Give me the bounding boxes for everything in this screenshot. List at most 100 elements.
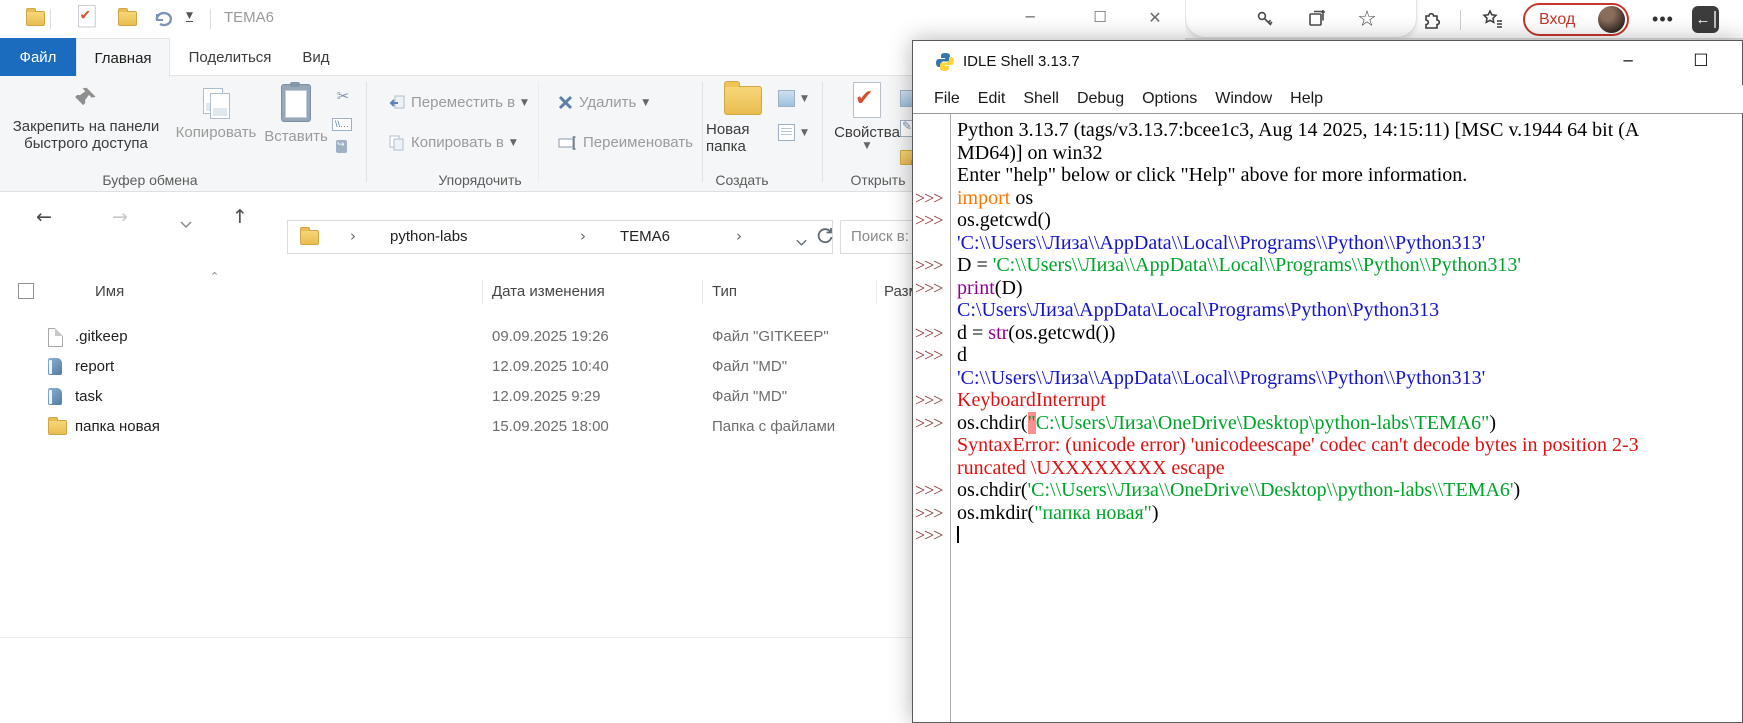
new-folder-button[interactable]: Новая папка (706, 86, 780, 155)
new-item-button[interactable]: ▼ (778, 124, 808, 141)
column-separator-2 (702, 280, 703, 304)
folder-icon (48, 418, 67, 435)
shell-prompt: >>> (913, 254, 950, 277)
shell-text-area[interactable]: Python 3.13.7 (tags/v3.13.7:bcee1c3, Aug… (913, 113, 1742, 722)
tab-home[interactable]: Главная (76, 38, 170, 77)
recent-locations-chevron-icon[interactable] (180, 216, 192, 234)
shell-line: >>>d (913, 344, 1742, 367)
breadcrumb-tema6[interactable]: TEMA6 (620, 228, 670, 245)
copy-button[interactable]: Копировать (168, 88, 264, 141)
qat-undo-icon[interactable] (152, 7, 174, 27)
shell-prompt: >>> (913, 344, 950, 367)
paste-shortcut-icon[interactable] (336, 140, 347, 153)
collections-icon[interactable] (1302, 4, 1332, 34)
shell-prompt (913, 457, 950, 480)
address-bar[interactable]: › python-labs › TEMA6 › (287, 220, 833, 254)
cut-icon[interactable]: ✂ (334, 88, 352, 104)
refresh-icon[interactable] (815, 226, 835, 251)
tab-file[interactable]: Файл (0, 38, 76, 76)
up-button[interactable]: ↑ (232, 206, 248, 228)
column-header-0[interactable]: Имя (95, 283, 124, 300)
pin-to-quick-access-button[interactable]: Закрепить на панели быстрого доступа (6, 86, 166, 152)
qat-separator-2 (210, 9, 211, 29)
move-to-caret-icon: ▼ (521, 98, 528, 108)
shell-prompt: >>> (913, 479, 950, 502)
move-to-button[interactable]: Переместить в ▼ (388, 94, 528, 111)
favorites-bar-icon[interactable] (1478, 4, 1508, 34)
menu-file[interactable]: File (925, 90, 969, 108)
qat-dropdown-icon[interactable]: ▼ (186, 12, 193, 22)
group-label-clipboard[interactable]: Буфер обмена (102, 172, 197, 188)
tab-view[interactable]: Вид (290, 38, 342, 76)
idle-shell-window: IDLE Shell 3.13.7 ─ ☐ FileEditShellDebug… (912, 40, 1743, 723)
paste-button[interactable]: Вставить (258, 84, 334, 145)
copy-to-button[interactable]: Копировать в ▼ (388, 134, 517, 151)
file-type: Файл "MD" (712, 358, 787, 375)
menu-edit[interactable]: Edit (969, 90, 1015, 108)
explorer-app-icon (26, 11, 45, 26)
menu-options[interactable]: Options (1133, 90, 1206, 108)
pin-icon (73, 86, 99, 112)
back-button[interactable]: ← (36, 206, 52, 228)
copy-path-icon[interactable]: \\… (332, 118, 352, 131)
pin-label: Закрепить на панели быстрого доступа (6, 118, 166, 152)
easy-access-button[interactable]: ▼ (778, 90, 808, 107)
shell-line: Python 3.13.7 (tags/v3.13.7:bcee1c3, Aug… (913, 119, 1742, 142)
easy-access-caret-icon: ▼ (801, 94, 808, 104)
idle-maximize-button[interactable]: ☐ (1679, 41, 1723, 81)
column-header-1[interactable]: Дата изменения (492, 283, 605, 300)
qat-properties-icon[interactable] (78, 5, 96, 27)
select-all-checkbox[interactable] (18, 283, 34, 299)
shell-line: >>>os.mkdir("папка новая") (913, 502, 1742, 525)
explorer-window-title: TEMA6 (224, 9, 274, 26)
explorer-close-button[interactable]: ✕ (1133, 0, 1177, 34)
toolbar-separator (1460, 10, 1461, 30)
forward-button[interactable]: → (112, 206, 128, 228)
browser-menu-button[interactable]: ••• (1648, 4, 1678, 34)
menu-shell[interactable]: Shell (1014, 90, 1068, 108)
idle-minimize-button[interactable]: ─ (1606, 41, 1650, 81)
shell-prompt (913, 299, 950, 322)
delete-button[interactable]: Удалить ▼ (558, 94, 649, 111)
shell-prompt (913, 164, 950, 187)
signin-button[interactable]: Вход (1523, 3, 1629, 36)
shell-line: >>> (913, 524, 1742, 547)
group-label-open[interactable]: Открыть (851, 172, 906, 188)
sidebar-toggle-icon[interactable]: ← (1692, 6, 1719, 33)
shell-line: >>>D = 'C:\\Users\\Лиза\\AppData\\Local\… (913, 254, 1742, 277)
extensions-puzzle-icon[interactable] (1417, 4, 1447, 34)
rename-button[interactable]: Переименовать (558, 134, 693, 151)
menu-window[interactable]: Window (1206, 90, 1281, 108)
group-separator-3 (822, 82, 823, 182)
properties-caret-icon: ▼ (864, 141, 871, 151)
file-name: папка новая (75, 418, 160, 435)
shell-line: >>>KeyboardInterrupt (913, 389, 1742, 412)
tab-share[interactable]: Поделиться (184, 38, 276, 76)
rename-icon (558, 136, 577, 150)
breadcrumb-python-labs[interactable]: python-labs (390, 228, 468, 245)
shell-line: C:\Users\Лиза\AppData\Local\Programs\Pyt… (913, 299, 1742, 322)
address-dropdown-icon[interactable] (796, 234, 807, 252)
shell-prompt: >>> (913, 524, 950, 547)
explorer-maximize-button[interactable]: ☐ (1078, 0, 1122, 34)
group-separator (366, 82, 367, 182)
copy-to-label: Копировать в (411, 134, 504, 151)
properties-button[interactable]: Свойства ▼ (836, 82, 898, 151)
qat-folder-icon[interactable] (118, 11, 137, 26)
file-type: Файл "MD" (712, 388, 787, 405)
password-key-icon[interactable] (1250, 4, 1280, 34)
column-header-2[interactable]: Тип (712, 283, 737, 300)
explorer-minimize-button[interactable]: ─ (1008, 0, 1052, 34)
move-to-icon (388, 95, 405, 111)
rename-label: Переименовать (583, 134, 693, 151)
favorites-star-icon[interactable]: ☆ (1352, 4, 1382, 34)
menu-help[interactable]: Help (1281, 90, 1332, 108)
shell-line: >>>os.getcwd() (913, 209, 1742, 232)
menu-debug[interactable]: Debug (1068, 90, 1133, 108)
group-label-organize[interactable]: Упорядочить (438, 172, 521, 188)
idle-menubar: FileEditShellDebugOptionsWindowHelp (913, 85, 1743, 113)
delete-icon (558, 95, 573, 110)
easy-access-icon (778, 90, 795, 107)
qat-separator (50, 9, 51, 29)
group-label-create[interactable]: Создать (715, 172, 768, 188)
